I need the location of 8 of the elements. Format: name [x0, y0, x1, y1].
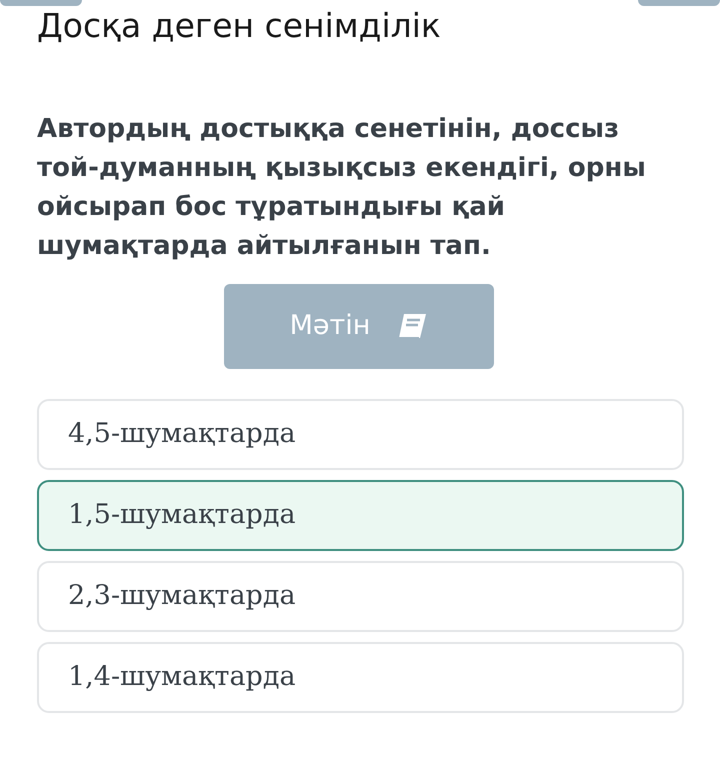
top-button-edge[interactable]: [0, 0, 82, 6]
answer-option[interactable]: 2,3-шумақтарда: [37, 561, 684, 632]
answer-option[interactable]: 4,5-шумақтарда: [37, 399, 684, 470]
answer-option[interactable]: 1,4-шумақтарда: [37, 642, 684, 713]
answer-option[interactable]: 1,5-шумақтарда: [37, 480, 684, 551]
top-button-edge[interactable]: [638, 0, 720, 6]
question-text: Автордың достыққа сенетінін, доссыз той-думанның қызықсыз екендігі, орны ойсырап бос тұратындығы қай шумақтарда айтылғанын тап.: [37, 113, 647, 263]
page-title: Досқа деген сенімділік: [37, 5, 442, 47]
